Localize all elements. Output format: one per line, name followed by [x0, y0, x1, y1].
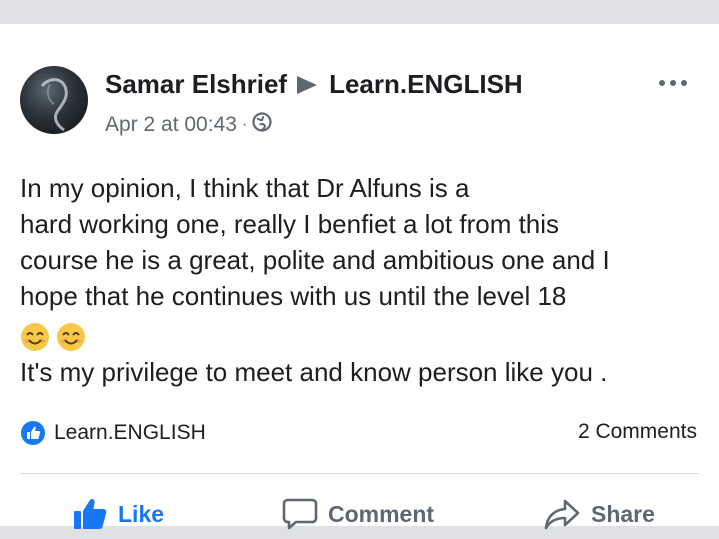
comment-label: Comment — [328, 500, 435, 527]
smiling-face-icon — [20, 322, 50, 352]
share-button[interactable]: Share — [543, 494, 655, 534]
group-attribution[interactable]: Learn.ENGLISH — [20, 420, 206, 446]
comments-count[interactable]: 2 Comments — [578, 420, 697, 444]
post-timestamp[interactable]: Apr 2 at 00:43 — [105, 113, 237, 137]
post-text-line: hope that he continues with us until the… — [20, 281, 567, 311]
like-badge-icon — [20, 420, 46, 446]
more-options-icon[interactable] — [657, 76, 689, 90]
author-name[interactable]: Samar Elshrief — [105, 69, 287, 100]
comment-icon — [282, 498, 318, 530]
smiling-face-icon — [56, 322, 86, 352]
globe-icon — [252, 112, 272, 138]
comment-button[interactable]: Comment — [282, 494, 434, 534]
emoji-row — [20, 314, 710, 354]
avatar[interactable] — [20, 66, 88, 134]
group-name-link[interactable]: Learn.ENGLISH — [329, 69, 523, 100]
like-button[interactable]: Like — [72, 494, 164, 534]
thumbs-up-icon — [74, 499, 107, 529]
share-label: Share — [591, 500, 655, 527]
post-text-line: hard working one, really I benfiet a lot… — [20, 209, 560, 239]
post-text-line: In my opinion, I think that Dr Alfuns is… — [20, 173, 470, 203]
share-icon — [544, 499, 580, 530]
group-label[interactable]: Learn.ENGLISH — [54, 421, 206, 445]
post-header-title: Samar Elshrief Learn.ENGLISH — [105, 69, 523, 100]
like-label: Like — [118, 500, 165, 527]
meta-separator: · — [241, 116, 248, 133]
post-closing-line: It's my privilege to meet and know perso… — [20, 357, 608, 387]
triangle-right-icon — [291, 73, 325, 97]
divider — [20, 473, 699, 474]
post-body: In my opinion, I think that Dr Alfuns is… — [20, 170, 710, 390]
post-card: Samar Elshrief Learn.ENGLISH Apr 2 at 00… — [0, 24, 719, 530]
avatar-image — [40, 78, 68, 132]
post-meta: Apr 2 at 00:43 · — [105, 112, 272, 138]
post-text-line: course he is a great, polite and ambitio… — [20, 245, 610, 275]
